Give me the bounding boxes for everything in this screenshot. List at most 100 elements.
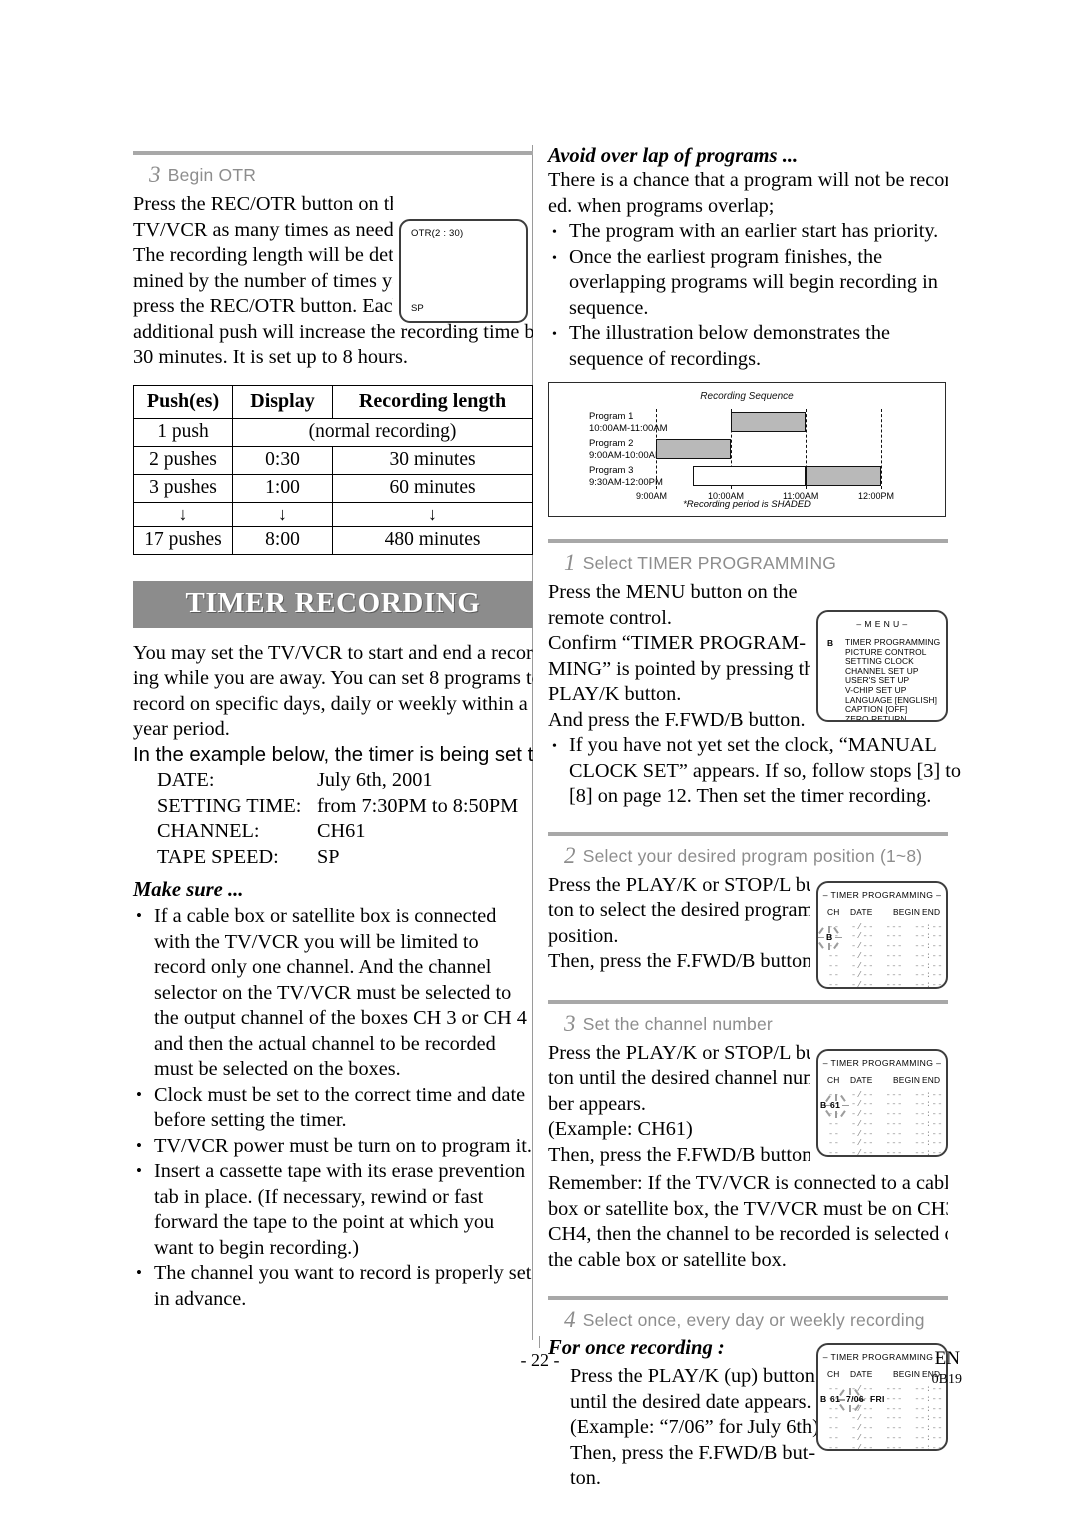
- osd-date-value: 7/06: [846, 1394, 864, 1404]
- step-rule: [548, 539, 948, 543]
- otr-time-label: OTR(2 : 30): [411, 228, 464, 239]
- cell-normal-recording: (normal recording): [232, 417, 533, 447]
- spec-label: CHANNEL:: [157, 820, 260, 842]
- bullet-text: Insert a cassette tape with its erase pr…: [154, 1160, 526, 1259]
- bullet-text: The program with an earlier start has pr…: [569, 220, 939, 242]
- otr-line-1: TV/VCR as many times as needed.: [133, 218, 393, 241]
- bullet-icon: •: [136, 1263, 142, 1282]
- step2-block: – TIMER PROGRAMMING – CH DATE BEGIN END …: [548, 873, 948, 989]
- step3-line-2: ber appears.: [548, 1092, 646, 1115]
- spec-value: SP: [317, 845, 340, 868]
- otr-line-3: mined by the number of times you: [133, 269, 393, 292]
- osd-col-begin: BEGIN: [893, 1074, 921, 1085]
- step1-line-1: remote control.: [548, 606, 672, 629]
- spec-label: SETTING TIME:: [157, 794, 302, 817]
- menu-item-zero-return[interactable]: ZERO RETURN: [845, 714, 940, 720]
- remember-line-2: CH4, then the channel to be recorded is …: [548, 1223, 948, 1245]
- otr-wide-line-1: 30 minutes. It is set up to 8 hours.: [133, 346, 408, 368]
- step-number: 3: [564, 1010, 576, 1036]
- step-rule: [548, 999, 948, 1004]
- cell-display: 8:00: [232, 525, 333, 555]
- step-number: 3: [149, 162, 161, 187]
- spec-value: July 6th, 2001: [317, 769, 433, 791]
- make-sure-heading: Make sure ...: [133, 879, 244, 901]
- avoid-intro-line-1: ed. when programs overlap;: [548, 194, 775, 217]
- spec-value: CH61: [317, 820, 366, 842]
- intro-line-1: ing while you are away. You can set 8 pr…: [133, 667, 533, 689]
- spec-label: DATE:: [157, 769, 215, 791]
- col-header-display: Display: [232, 384, 333, 419]
- otr-line-4: press the REC/OTR button. Each: [133, 295, 393, 317]
- bullet-icon: •: [552, 225, 557, 240]
- step-number: 4: [564, 1307, 576, 1332]
- bullet-text: Clock must be set to the correct time an…: [154, 1083, 526, 1132]
- cell-pushes: 3 pushes: [133, 473, 233, 503]
- remember-line-1: box or satellite box, the TV/VCR must be…: [548, 1197, 948, 1220]
- osd-col-end: END: [922, 1074, 941, 1085]
- osd-day-value: FRI: [870, 1394, 885, 1404]
- osd-col-date: DATE: [850, 1074, 873, 1085]
- step3-line-1: ton until the desired channel num-: [548, 1067, 810, 1089]
- manual-page: 3 Begin OTR OTR(2 : 30) SP Press the REC/…: [0, 0, 1080, 1528]
- osd-cursor-icon: B: [820, 1099, 827, 1110]
- otr-display-screen: OTR(2 : 30) SP: [399, 219, 528, 323]
- bar-program-2-recorded: [656, 439, 731, 459]
- step3-line-4: Then, press the F.FWD/B button.: [548, 1143, 810, 1166]
- begin-otr-block: OTR(2 : 30) SP Press the REC/OTR button …: [133, 192, 533, 371]
- step-title-line: 2 Select your desired program position (1…: [548, 843, 948, 869]
- step3-instructions: Press the PLAY/K or STOP/L but- ton unti…: [548, 1041, 810, 1169]
- make-sure-bullet: • The channel you want to record is prope…: [133, 1261, 533, 1312]
- step1-line-4: PLAY/K button.: [548, 683, 682, 705]
- step4-line-4: ton.: [570, 1467, 601, 1489]
- bullet-icon: •: [552, 327, 557, 342]
- step2-line-0: Press the PLAY/K or STOP/L but-: [548, 873, 810, 896]
- avoid-bullet: • The program with an earlier start has p…: [548, 219, 948, 245]
- step-rule: [548, 1296, 948, 1300]
- bar-program-1-recorded: [731, 412, 806, 432]
- timer-recording-banner: TIMER RECORDING: [133, 580, 533, 628]
- col-header-length: Recording length: [332, 384, 533, 419]
- cell-arrow: ↓: [332, 501, 533, 527]
- cell-display: 1:00: [232, 473, 333, 503]
- osd-title: – M E N U –: [856, 619, 908, 629]
- bar-program-3-not-recorded: [693, 466, 806, 486]
- avoid-overlap-heading: Avoid over lap of programs ...: [548, 145, 799, 167]
- step1-note-line-0: If you have not yet set the clock, “MANU…: [569, 734, 937, 756]
- spec-label: TAPE SPEED:: [157, 845, 279, 868]
- cell-length: 480 minutes: [332, 525, 533, 555]
- osd-channel-value: 61: [830, 1394, 841, 1404]
- step-title: Set the channel number: [582, 1013, 773, 1034]
- recording-sequence-figure: Recording Sequence Program 1 10:00AM-11:…: [548, 382, 946, 517]
- step1-instructions: Press the MENU button on the remote cont…: [548, 580, 810, 733]
- series-name: Program 1: [589, 411, 634, 422]
- remember-line-3: the cable box or satellite box.: [548, 1248, 787, 1271]
- step1-line-3: MING” is pointed by pressing the: [548, 657, 810, 680]
- example-intro-line: In the example below, the timer is being…: [133, 743, 533, 766]
- step2-line-1: ton to select the desired program: [548, 899, 810, 921]
- step4-line-3: Then, press the F.FWD/B but-: [570, 1441, 816, 1464]
- make-sure-bullet: • TV/VCR power must be turn on to program…: [133, 1134, 533, 1160]
- osd-col-ch: CH: [827, 1074, 840, 1085]
- step1-line-5: And press the F.FWD/B button.: [548, 708, 806, 731]
- osd-col-ch: CH: [827, 906, 840, 917]
- bullet-icon: •: [136, 906, 142, 925]
- otr-speed-label: SP: [411, 303, 424, 314]
- step-title-line: 3 Set the channel number: [548, 1011, 948, 1037]
- osd-col-end: END: [922, 906, 941, 917]
- step1-note-line-2: [8] on page 12. Then set the timer recor…: [569, 785, 932, 807]
- make-sure-bullet: • Insert a cassette tape with its erase p…: [133, 1159, 533, 1261]
- step1-line-2: Confirm “TIMER PROGRAM-: [548, 632, 807, 654]
- cell-pushes: 2 pushes: [133, 445, 233, 475]
- menu-osd-screen: – M E N U – B TIMER PROGRAMMING PICTURE …: [816, 610, 948, 722]
- left-column: 3 Begin OTR OTR(2 : 30) SP Press the REC/…: [133, 145, 533, 1312]
- document-code: 0B19: [931, 1372, 962, 1387]
- cell-pushes: 17 pushes: [133, 525, 233, 555]
- otr-line-2: The recording length will be deter-: [133, 244, 393, 266]
- series-time: 9:30AM-12:00PM: [589, 476, 663, 488]
- cell-length: 30 minutes: [332, 445, 533, 475]
- step-title: Begin OTR: [167, 165, 257, 185]
- step-title: Select once, every day or weekly recordi…: [582, 1310, 925, 1330]
- step3-line-0: Press the PLAY/K or STOP/L but-: [548, 1041, 810, 1064]
- cell-display: 0:30: [232, 445, 333, 475]
- series-time: 9:00AM-10:00AM: [589, 449, 663, 461]
